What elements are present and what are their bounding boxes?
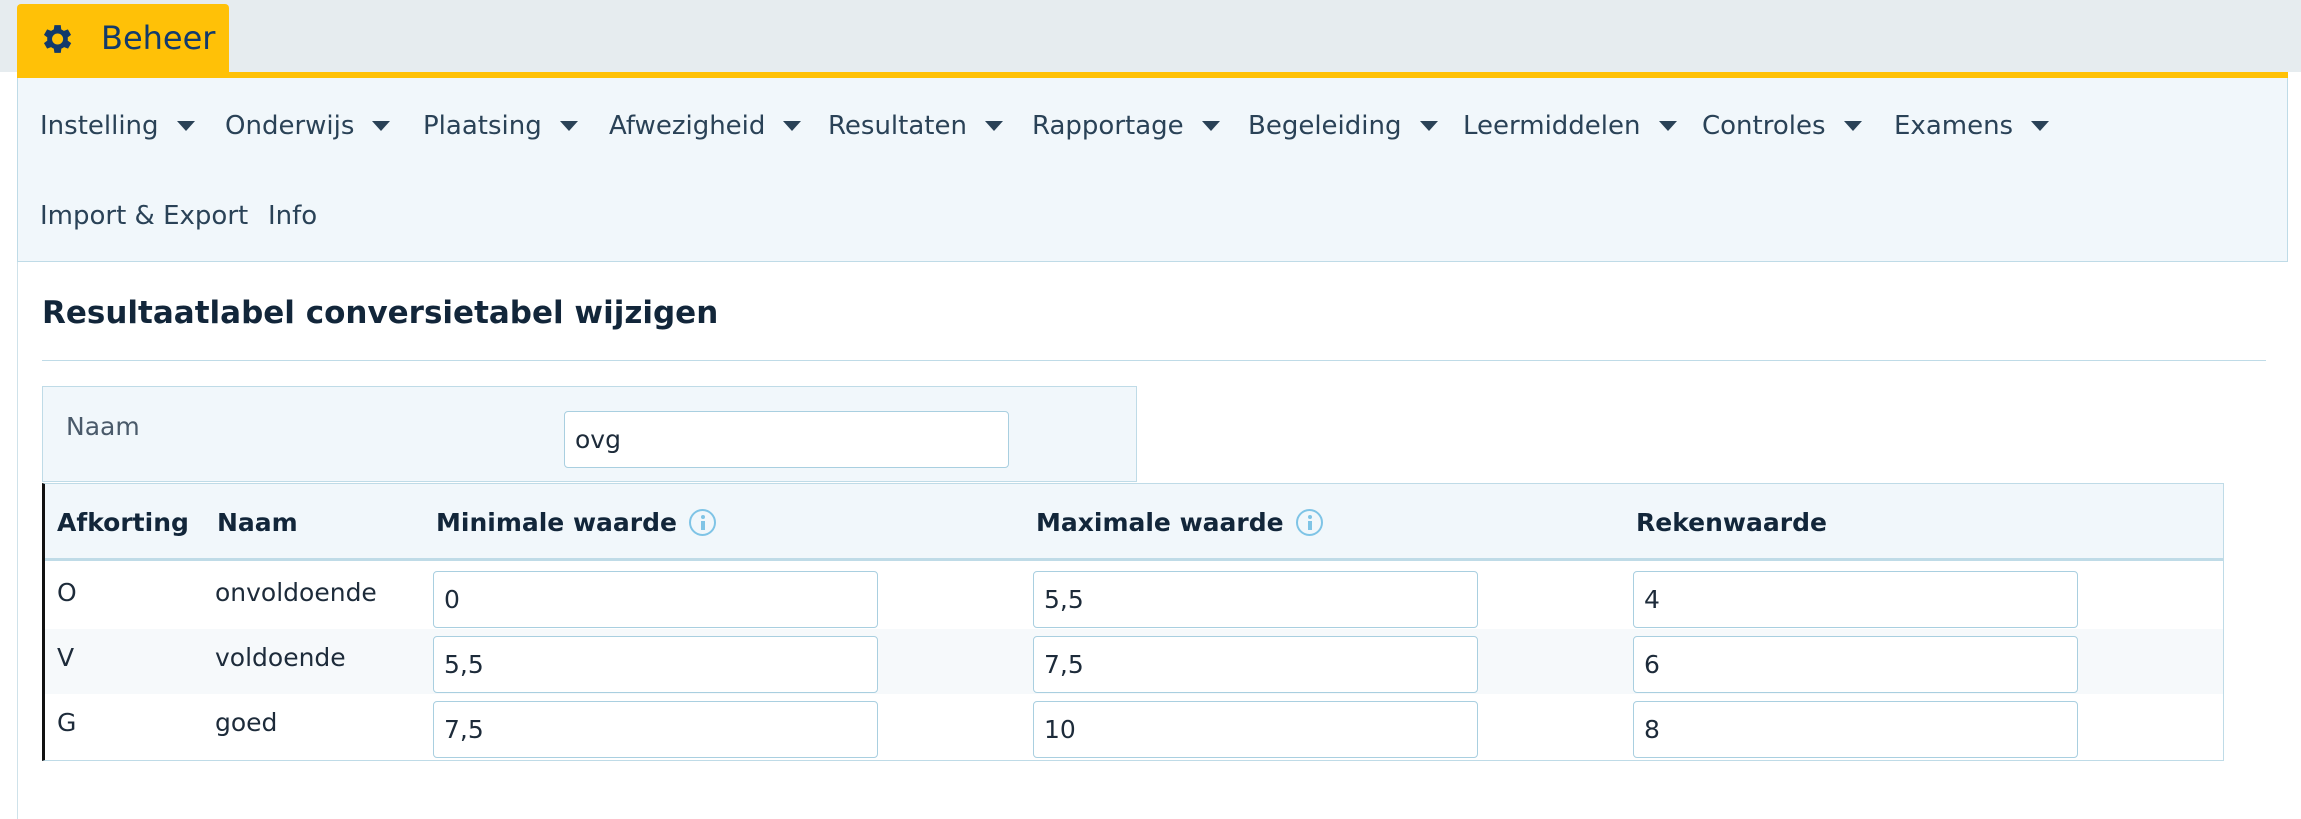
caret-down-icon xyxy=(783,121,802,131)
table-row: G goed xyxy=(45,694,2223,759)
header-maximale-waarde: Maximale waarde xyxy=(1036,508,1323,537)
menu-item-label: Rapportage xyxy=(1032,111,1184,141)
menu-item-controles[interactable]: Controles xyxy=(1702,109,1862,143)
menu-item-label: Afwezigheid xyxy=(609,111,766,141)
header-afkorting: Afkorting xyxy=(57,508,189,537)
info-icon[interactable] xyxy=(1295,509,1323,536)
min-value-input[interactable] xyxy=(433,701,878,758)
caret-down-icon xyxy=(1843,121,1862,131)
caret-down-icon xyxy=(372,121,391,131)
cell-afkorting: O xyxy=(57,578,77,607)
menu-item-label: Examens xyxy=(1894,111,2014,141)
menu-item-label: Resultaten xyxy=(828,111,967,141)
tab-label: Beheer xyxy=(101,19,216,57)
info-icon[interactable] xyxy=(688,509,716,536)
menu-item-instelling[interactable]: Instelling xyxy=(40,109,195,143)
menu-item-examens[interactable]: Examens xyxy=(1894,109,2050,143)
min-value-input[interactable] xyxy=(433,636,878,693)
min-value-input[interactable] xyxy=(433,571,878,628)
caret-down-icon xyxy=(176,121,195,131)
menu-item-onderwijs[interactable]: Onderwijs xyxy=(225,109,391,143)
menu-item-import-export[interactable]: Import & Export xyxy=(40,199,248,233)
page-title: Resultaatlabel conversietabel wijzigen xyxy=(42,295,719,331)
calc-value-input[interactable] xyxy=(1633,701,2078,758)
main-menu: Instelling Onderwijs Plaatsing Afwezighe… xyxy=(17,78,2288,262)
table-row: O onvoldoende xyxy=(45,564,2223,629)
table-row: V voldoende xyxy=(45,629,2223,694)
cell-naam: voldoende xyxy=(215,643,346,672)
cell-afkorting: G xyxy=(57,708,77,737)
caret-down-icon xyxy=(1201,121,1220,131)
header-rekenwaarde: Rekenwaarde xyxy=(1636,508,1827,537)
tab-beheer[interactable]: Beheer xyxy=(17,4,229,72)
cell-afkorting: V xyxy=(57,643,75,672)
name-label: Naam xyxy=(66,412,140,441)
header-label: Minimale waarde xyxy=(436,508,677,537)
menu-item-label: Leermiddelen xyxy=(1463,111,1641,141)
caret-down-icon xyxy=(984,121,1003,131)
menu-item-afwezigheid[interactable]: Afwezigheid xyxy=(609,109,802,143)
menu-item-label: Instelling xyxy=(40,111,159,141)
top-bar xyxy=(0,0,2301,72)
menu-item-label: Onderwijs xyxy=(225,111,355,141)
cell-naam: onvoldoende xyxy=(215,578,377,607)
calc-value-input[interactable] xyxy=(1633,571,2078,628)
gear-icon xyxy=(43,25,72,53)
conversion-table: Afkorting Naam Minimale waarde Maximale … xyxy=(42,483,2224,761)
menu-item-label: Info xyxy=(268,201,318,231)
max-value-input[interactable] xyxy=(1033,636,1478,693)
menu-item-begeleiding[interactable]: Begeleiding xyxy=(1248,109,1438,143)
menu-item-leermiddelen[interactable]: Leermiddelen xyxy=(1463,109,1677,143)
menu-item-rapportage[interactable]: Rapportage xyxy=(1032,109,1220,143)
caret-down-icon xyxy=(1419,121,1438,131)
header-naam: Naam xyxy=(217,508,298,537)
caret-down-icon xyxy=(1658,121,1677,131)
header-label: Maximale waarde xyxy=(1036,508,1284,537)
max-value-input[interactable] xyxy=(1033,701,1478,758)
menu-item-plaatsing[interactable]: Plaatsing xyxy=(423,109,578,143)
title-divider xyxy=(42,360,2266,361)
caret-down-icon xyxy=(2031,121,2050,131)
calc-value-input[interactable] xyxy=(1633,636,2078,693)
menu-item-resultaten[interactable]: Resultaten xyxy=(828,109,1003,143)
cell-naam: goed xyxy=(215,708,278,737)
menu-item-label: Plaatsing xyxy=(423,111,542,141)
menu-item-label: Import & Export xyxy=(40,201,249,231)
menu-item-label: Controles xyxy=(1702,111,1826,141)
menu-item-label: Begeleiding xyxy=(1248,111,1402,141)
name-input[interactable] xyxy=(564,411,1009,468)
header-minimale-waarde: Minimale waarde xyxy=(436,508,716,537)
table-header: Afkorting Naam Minimale waarde Maximale … xyxy=(45,484,2223,561)
max-value-input[interactable] xyxy=(1033,571,1478,628)
menu-item-info[interactable]: Info xyxy=(268,199,317,233)
caret-down-icon xyxy=(559,121,578,131)
